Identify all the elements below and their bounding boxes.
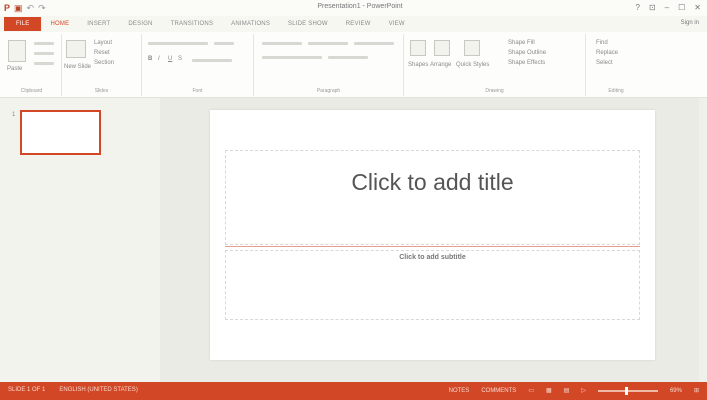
tab-design[interactable]: DESIGN: [119, 16, 161, 32]
fit-slide-icon[interactable]: ⊞: [694, 387, 699, 394]
tab-review[interactable]: REVIEW: [337, 16, 380, 32]
columns-button[interactable]: [328, 56, 368, 59]
zoom-slider[interactable]: [597, 386, 658, 395]
tab-transitions[interactable]: TRANSITIONS: [162, 16, 223, 32]
editing-group-label: Editing: [608, 88, 624, 94]
tab-file[interactable]: FILE: [4, 17, 42, 31]
shapes-button[interactable]: Shapes: [408, 62, 428, 68]
shape-outline-button[interactable]: Shape Outline: [508, 50, 546, 56]
clipboard-group: Paste Clipboard: [2, 34, 62, 96]
slide-canvas[interactable]: Click to add title Click to add subtitle: [210, 110, 655, 360]
tab-view[interactable]: VIEW: [380, 16, 414, 32]
copy-button[interactable]: [34, 52, 54, 55]
reset-button[interactable]: Reset: [94, 50, 110, 56]
text-direction-button[interactable]: [354, 42, 394, 45]
zoom-level[interactable]: 69%: [670, 388, 682, 394]
layout-button[interactable]: Layout: [94, 40, 112, 46]
font-size-dropdown[interactable]: [214, 42, 234, 45]
slide-editing-area: Click to add title Click to add subtitle: [160, 98, 707, 382]
italic-button[interactable]: I: [158, 56, 160, 62]
notes-button[interactable]: NOTES: [449, 388, 470, 394]
shape-fill-button[interactable]: Shape Fill: [508, 40, 535, 46]
slide-thumbnail[interactable]: [20, 110, 101, 155]
find-button[interactable]: Find: [596, 40, 608, 46]
sign-in-link[interactable]: Sign in: [681, 20, 699, 26]
font-family-dropdown[interactable]: [148, 42, 208, 45]
tab-insert[interactable]: INSERT: [78, 16, 119, 32]
paste-button[interactable]: Paste: [7, 66, 22, 72]
title-placeholder-text: Click to add title: [351, 169, 514, 195]
minimize-button[interactable]: –: [665, 2, 669, 14]
slide-thumbnail-pane: 1: [0, 98, 160, 382]
replace-button[interactable]: Replace: [596, 50, 618, 56]
align-buttons[interactable]: [262, 56, 322, 59]
maximize-button[interactable]: ☐: [678, 2, 685, 14]
subtitle-placeholder-text: Click to add subtitle: [399, 254, 466, 261]
arrange-button[interactable]: Arrange: [430, 62, 451, 68]
shapes-icon[interactable]: [410, 40, 426, 56]
slide-show-icon[interactable]: ▷: [581, 387, 586, 394]
bold-button[interactable]: B: [148, 56, 152, 62]
title-placeholder[interactable]: Click to add title: [225, 150, 640, 245]
editing-group: Find Replace Select Editing: [586, 34, 646, 96]
underline-button[interactable]: U: [168, 56, 172, 62]
tab-slide-show[interactable]: SLIDE SHOW: [279, 16, 337, 32]
bullets-button[interactable]: [262, 42, 302, 45]
tab-home[interactable]: HOME: [41, 16, 78, 32]
quick-styles-button[interactable]: Quick Styles: [456, 62, 489, 68]
slide-number: 1: [12, 112, 16, 118]
language-status[interactable]: ENGLISH (UNITED STATES): [59, 387, 137, 393]
comments-button[interactable]: COMMENTS: [481, 388, 516, 394]
new-slide-button[interactable]: New Slide: [64, 64, 91, 70]
subtitle-placeholder[interactable]: Click to add subtitle: [225, 250, 640, 320]
window-controls: ? ⊡ – ☐ ✕: [636, 2, 701, 14]
paragraph-group-label: Paragraph: [316, 88, 341, 94]
powerpoint-app-icon: P: [4, 3, 11, 13]
font-group-label: Font: [192, 88, 203, 94]
select-button[interactable]: Select: [596, 60, 613, 66]
paragraph-group: Paragraph: [254, 34, 404, 96]
tab-animations[interactable]: ANIMATIONS: [222, 16, 279, 32]
slide-count-status: SLIDE 1 OF 1: [8, 387, 46, 393]
new-slide-icon[interactable]: [66, 40, 86, 58]
drawing-group: Shapes Arrange Quick Styles Shape Fill S…: [404, 34, 586, 96]
redo-icon[interactable]: ↷: [38, 2, 46, 14]
reading-view-icon[interactable]: ▤: [564, 387, 570, 394]
normal-view-icon[interactable]: ▭: [528, 387, 534, 394]
title-accent-line: [225, 246, 640, 247]
quick-access-toolbar: P ▣ ↶ ↷: [4, 2, 46, 14]
ribbon-tabs: FILE HOME INSERT DESIGN TRANSITIONS ANIM…: [0, 16, 707, 32]
help-button[interactable]: ?: [636, 2, 640, 14]
clipboard-group-label: Clipboard: [20, 88, 43, 94]
paste-icon[interactable]: [8, 40, 26, 62]
font-color-button[interactable]: [192, 59, 232, 62]
save-icon[interactable]: ▣: [14, 2, 23, 14]
strikethrough-button[interactable]: S: [178, 56, 182, 62]
undo-icon[interactable]: ↶: [27, 2, 35, 14]
drawing-group-label: Drawing: [485, 88, 504, 94]
cut-button[interactable]: [34, 42, 54, 45]
slides-group-label: Slides: [94, 88, 109, 94]
vertical-scrollbar[interactable]: [699, 98, 707, 382]
section-button[interactable]: Section: [94, 60, 114, 66]
shape-effects-button[interactable]: Shape Effects: [508, 60, 545, 66]
close-button[interactable]: ✕: [694, 2, 701, 14]
zoom-slider-thumb[interactable]: [624, 386, 628, 395]
status-bar: SLIDE 1 OF 1 ENGLISH (UNITED STATES) NOT…: [0, 382, 707, 400]
arrange-icon[interactable]: [434, 40, 450, 56]
font-group: B I U S Font: [142, 34, 254, 96]
ribbon: Paste Clipboard New Slide Layout Reset S…: [0, 32, 707, 98]
format-painter-button[interactable]: [34, 62, 54, 65]
slides-group: New Slide Layout Reset Section Slides: [62, 34, 142, 96]
window-title: Presentation1 - PowerPoint: [317, 3, 403, 10]
title-bar: P ▣ ↶ ↷ Presentation1 - PowerPoint ? ⊡ –…: [0, 0, 707, 16]
ribbon-display-button[interactable]: ⊡: [649, 2, 656, 14]
slide-sorter-icon[interactable]: ▦: [546, 387, 552, 394]
numbering-button[interactable]: [308, 42, 348, 45]
quick-styles-icon[interactable]: [464, 40, 480, 56]
